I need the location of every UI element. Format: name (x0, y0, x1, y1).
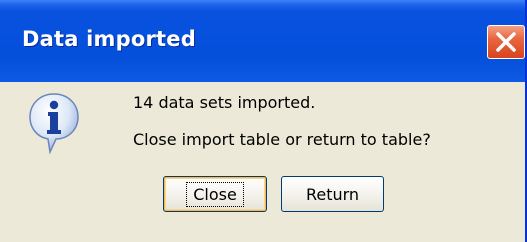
message-line-2: Close import table or return to table? (133, 130, 431, 149)
dialog-title: Data imported (22, 27, 196, 51)
close-button[interactable]: Close (163, 176, 267, 212)
return-button-label: Return (305, 184, 360, 204)
close-icon (496, 32, 516, 52)
window-close-button[interactable] (487, 25, 525, 59)
message-line-1: 14 data sets imported. (133, 93, 316, 112)
information-icon (29, 93, 79, 155)
close-button-label: Close (186, 181, 244, 207)
title-bar[interactable]: Data imported (0, 0, 525, 82)
dialog-window: Data imported 14 data sets imported. Clo… (0, 0, 527, 242)
return-button[interactable]: Return (281, 176, 384, 212)
